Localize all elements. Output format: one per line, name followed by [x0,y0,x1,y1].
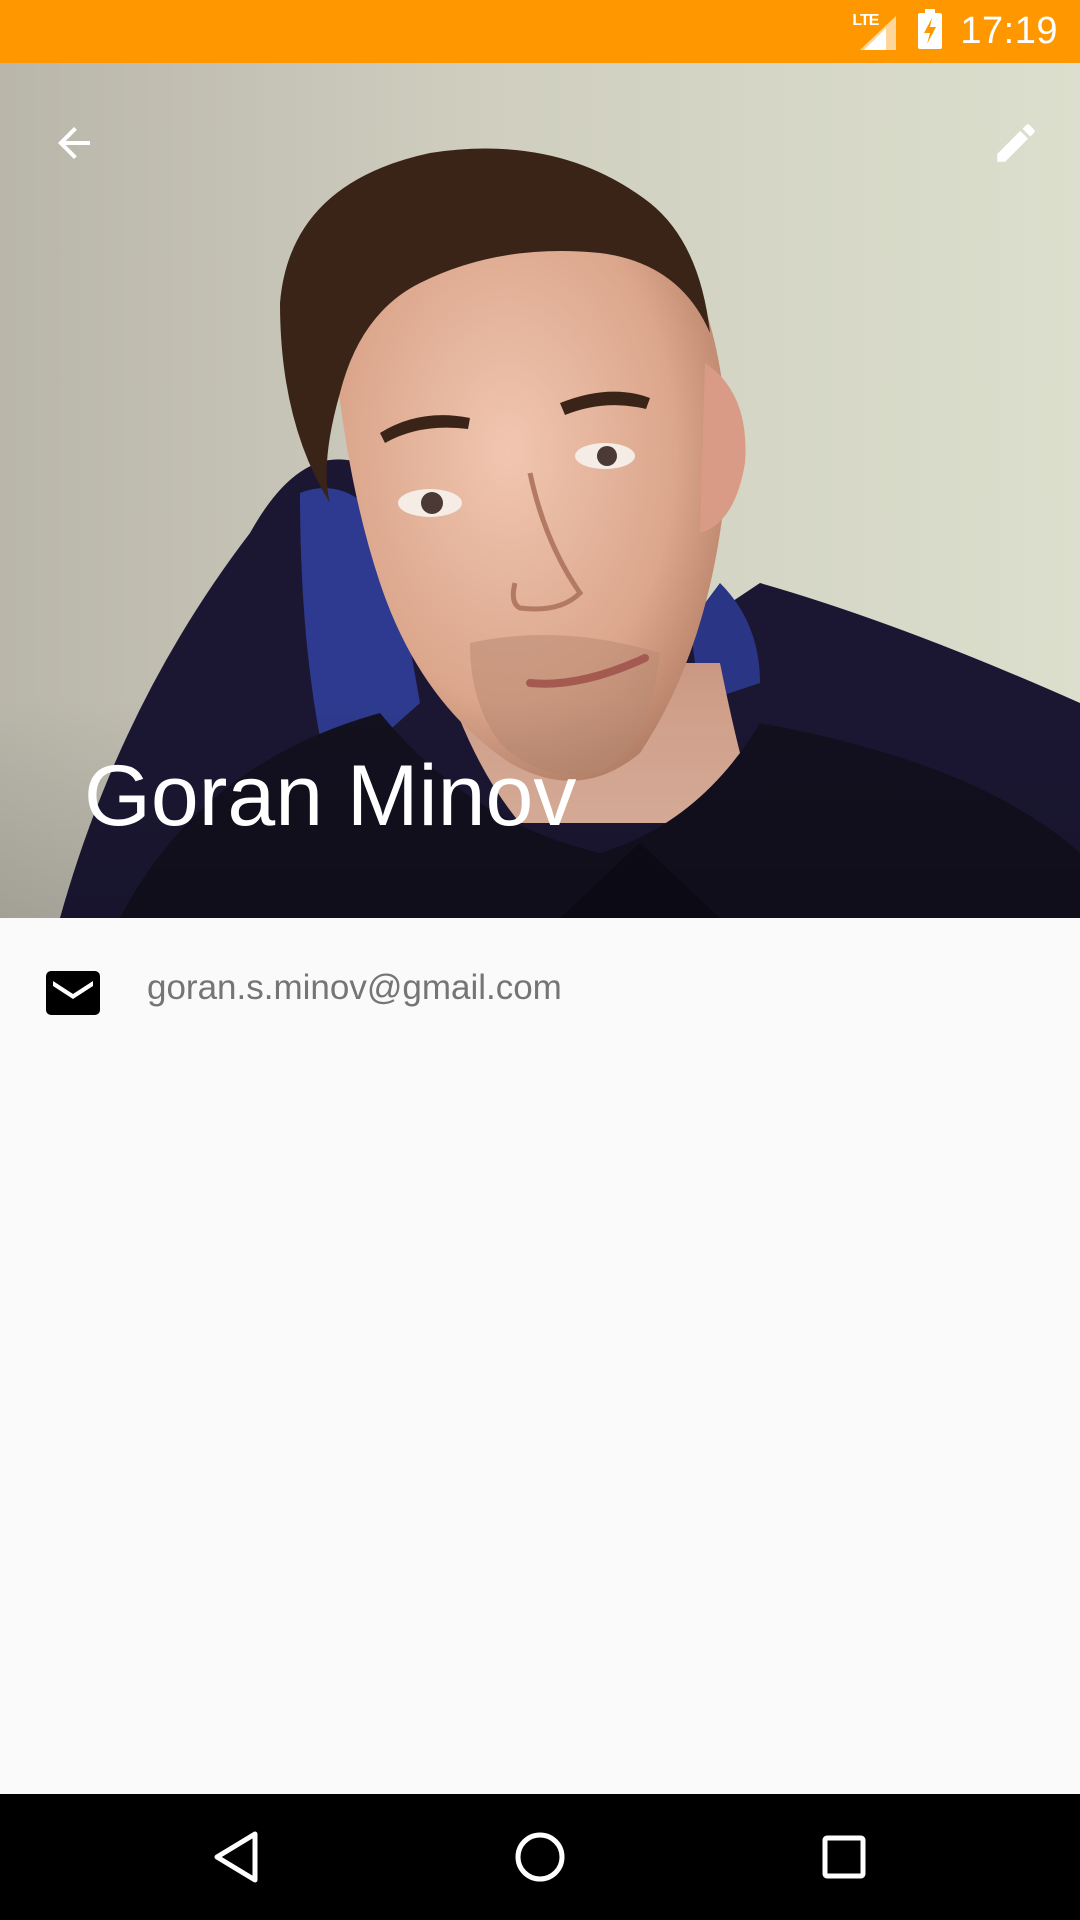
nav-back-icon [214,1831,258,1883]
status-time: 17:19 [960,10,1058,52]
edit-button[interactable] [976,103,1056,183]
email-address[interactable]: goran.s.minov@gmail.com [147,968,562,1008]
status-bar: LTE 17:19 [0,0,1080,63]
network-type-label: LTE [852,11,879,29]
nav-recents-button[interactable] [804,1817,884,1897]
status-icons: LTE 17:19 [850,0,1058,63]
lte-signal-icon: LTE [850,12,898,52]
back-button[interactable] [34,103,114,183]
nav-recents-icon [822,1835,866,1879]
mail-icon [46,971,100,1015]
pencil-edit-icon [997,124,1035,162]
nav-home-icon [515,1832,565,1882]
contact-detail-screen: LTE 17:19 Goran Minov goran.s.minov@gmai… [0,0,1080,1920]
arrow-back-icon [58,127,90,159]
email-row[interactable]: goran.s.minov@gmail.com [0,918,1080,1062]
navigation-bar [0,1794,1080,1920]
contact-header: Goran Minov [0,63,1080,918]
nav-back-button[interactable] [196,1817,276,1897]
contact-name: Goran Minov [84,748,577,844]
battery-charging-icon [918,9,943,54]
nav-home-button[interactable] [500,1817,580,1897]
